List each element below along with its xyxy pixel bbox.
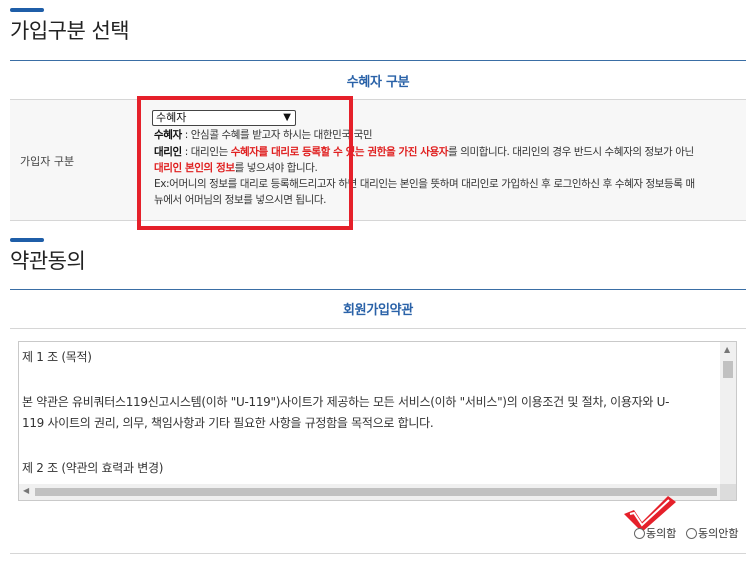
signup-type-title: 가입구분 선택: [10, 19, 130, 43]
desc-agent-post: 를 의미합니다. 대리인의 경우 반드시 수혜자의 정보가 아닌: [448, 146, 694, 158]
scrollbar-corner: [720, 484, 736, 500]
signup-type-top-line: [10, 60, 746, 61]
terms-caption-divider: [10, 328, 746, 329]
scroll-up-icon[interactable]: ▲: [724, 345, 730, 354]
terms-line: 제 2 조 (약관의 효력과 변경): [22, 461, 164, 475]
radio-circle-icon[interactable]: [634, 527, 645, 539]
agree-radio[interactable]: 동의함: [634, 525, 676, 541]
terms-line: 본 약관은 유비쿼터스119신고시스템(이하 "U-119")사이트가 제공하는…: [22, 395, 670, 409]
terms-top-line: [10, 289, 746, 290]
terms-bottom-line: [10, 553, 746, 554]
horizontal-scrollbar[interactable]: ◀: [19, 484, 721, 500]
disagree-label: 동의안함: [698, 527, 739, 540]
agree-label: 동의함: [646, 527, 677, 540]
vertical-scrollbar[interactable]: ▲: [720, 342, 736, 485]
signup-type-caption: 수혜자 구분: [346, 75, 410, 90]
highlight-annotation-box: [137, 96, 353, 230]
vertical-scroll-thumb[interactable]: [723, 361, 733, 378]
signup-type-row-label: 가입자 구분: [20, 155, 75, 168]
terms-title: 약관동의: [10, 249, 86, 273]
disagree-radio[interactable]: 동의안함: [686, 525, 738, 541]
section-title-accent: [10, 8, 44, 12]
section-title-accent: [10, 238, 44, 242]
terms-caption: 회원가입약관: [343, 303, 413, 318]
signup-type-row: [10, 100, 746, 220]
scroll-left-icon[interactable]: ◀: [23, 486, 29, 495]
horizontal-scroll-thumb[interactable]: [35, 488, 717, 496]
terms-line: 119 사이트의 권리, 의무, 책임사항과 기타 필요한 사항을 규정함을 목…: [22, 416, 434, 430]
radio-circle-icon[interactable]: [686, 527, 697, 539]
signup-type-row-bottom: [10, 220, 746, 221]
terms-textarea[interactable]: 제 1 조 (목적) 본 약관은 유비쿼터스119신고시스템(이하 "U-119…: [18, 341, 737, 501]
terms-line: 제 1 조 (목적): [22, 350, 92, 364]
